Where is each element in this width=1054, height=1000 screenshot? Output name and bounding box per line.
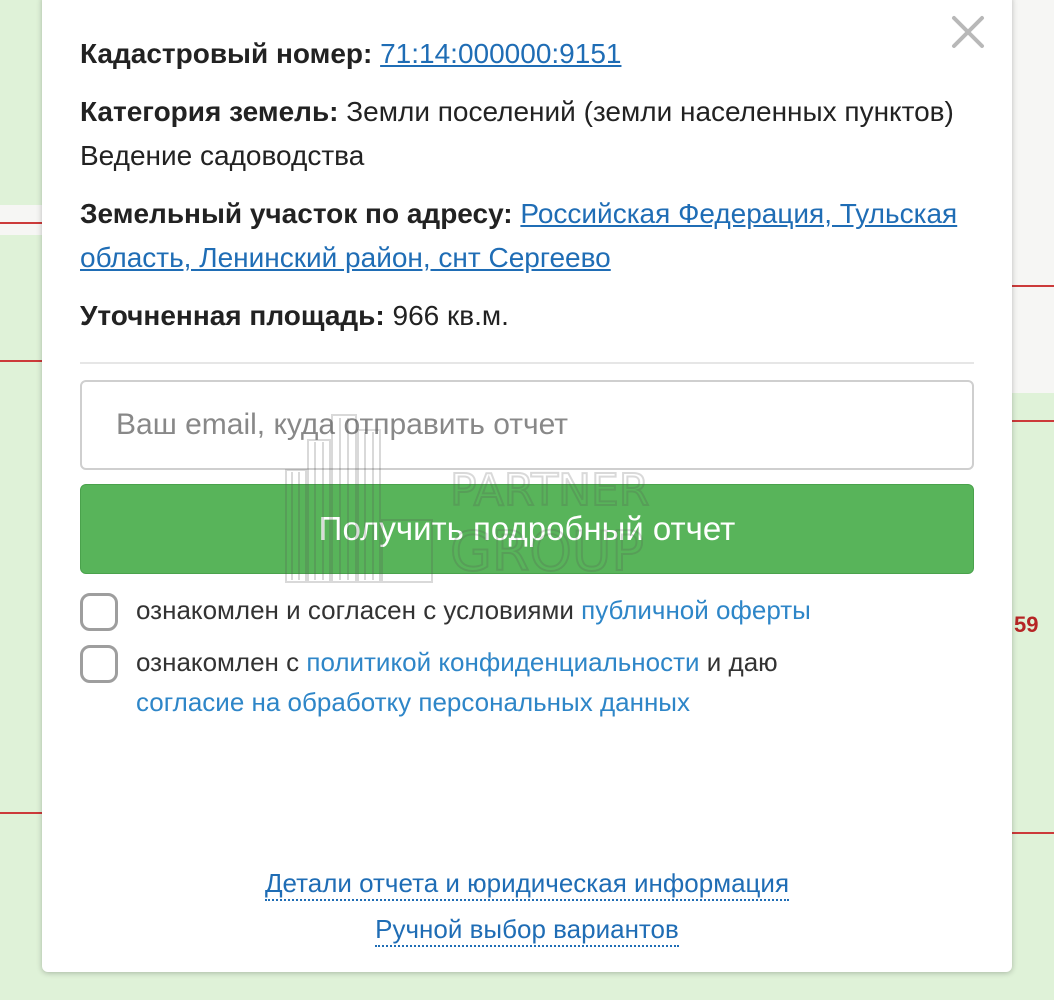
get-report-button[interactable]: Получить подробный отчет — [80, 484, 974, 574]
footer-link-2-wrap: Ручной выбор вариантов — [42, 914, 1012, 947]
map-parcel-label: 59 — [1014, 612, 1039, 637]
cadastral-number-link[interactable]: 71:14:000000:9151 — [380, 38, 621, 69]
offer-consent-label: ознакомлен и согласен с условиями — [136, 595, 582, 625]
consent-privacy-row: ознакомлен с политикой конфиденциальност… — [80, 642, 974, 722]
consent-offer-row: ознакомлен и согласен с условиями публич… — [80, 590, 974, 631]
manual-selection-link[interactable]: Ручной выбор вариантов — [375, 914, 679, 947]
map-boundary-line — [0, 360, 42, 362]
address-row: Земельный участок по адресу: Российская … — [80, 192, 974, 280]
privacy-checkbox[interactable] — [80, 645, 118, 683]
cadastral-row: Кадастровый номер: 71:14:000000:9151 — [80, 32, 974, 76]
report-details-link[interactable]: Детали отчета и юридическая информация — [264, 868, 790, 901]
land-usage: Ведение садоводства — [80, 140, 365, 171]
area-value: 966 кв.м. — [392, 300, 509, 331]
privacy-consent-text: ознакомлен с политикой конфиденциальност… — [136, 642, 974, 722]
map-boundary-line — [1012, 832, 1054, 834]
privacy-consent-label-a: ознакомлен с — [136, 647, 307, 677]
cadastral-label: Кадастровый номер: — [80, 38, 373, 69]
public-offer-link[interactable]: публичной оферты — [581, 595, 811, 625]
map-area-right-mid — [1012, 298, 1054, 393]
map-boundary-line — [1012, 285, 1054, 287]
address-label: Земельный участок по адресу: — [80, 198, 513, 229]
map-boundary-line — [1012, 420, 1054, 422]
offer-consent-text: ознакомлен и согласен с условиями публич… — [136, 590, 974, 630]
personal-data-consent-link[interactable]: согласие на обработку персональных данны… — [136, 687, 690, 717]
email-field[interactable] — [80, 380, 974, 470]
parcel-info-popup: Кадастровый номер: 71:14:000000:9151 Кат… — [42, 0, 1012, 972]
map-road-left-top — [0, 205, 42, 235]
category-value: Земли поселений (земли населенных пункто… — [346, 96, 954, 127]
category-label: Категория земель: — [80, 96, 339, 127]
map-road-right — [1012, 268, 1054, 298]
popup-content: Кадастровый номер: 71:14:000000:9151 Кат… — [80, 32, 974, 722]
divider — [80, 362, 974, 364]
privacy-policy-link[interactable]: политикой конфиденциальности — [306, 647, 699, 677]
category-row: Категория земель: Земли поселений (земли… — [80, 90, 974, 134]
offer-checkbox[interactable] — [80, 593, 118, 631]
area-label: Уточненная площадь: — [80, 300, 385, 331]
area-row: Уточненная площадь: 966 кв.м. — [80, 294, 974, 338]
privacy-consent-label-b: и даю — [699, 647, 778, 677]
map-boundary-line — [0, 812, 42, 814]
map-area-right — [1012, 0, 1054, 268]
footer-link-1-wrap: Детали отчета и юридическая информация — [42, 868, 1012, 901]
map-boundary-line — [0, 222, 42, 224]
